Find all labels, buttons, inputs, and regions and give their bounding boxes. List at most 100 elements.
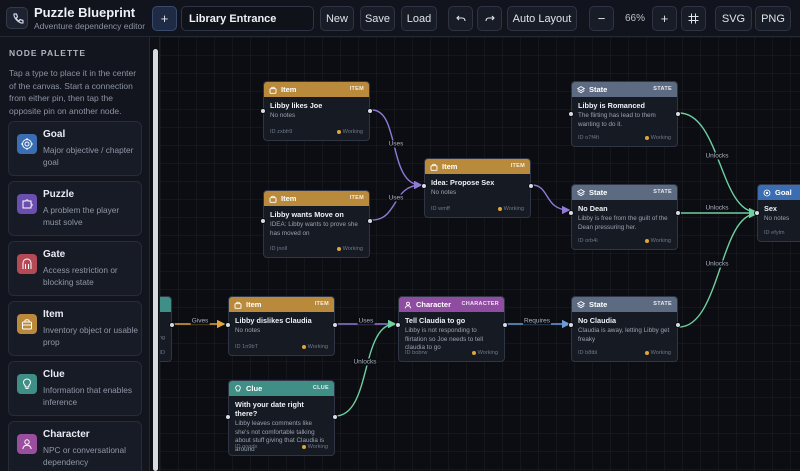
node-status: Working [644, 238, 671, 244]
node-status: Working [301, 444, 328, 450]
palette-item-clue[interactable]: Clue Information that enables inference [8, 361, 142, 416]
load-button[interactable]: Load [401, 6, 437, 31]
edge-uses-2[interactable] [371, 180, 423, 221]
bag-icon [17, 314, 37, 334]
palette-item-character[interactable]: Character NPC or conversational dependen… [8, 421, 142, 471]
palette-item-desc: Access restriction or blocking state [43, 265, 118, 287]
sidebar-scrollbar[interactable] [151, 37, 160, 471]
person-icon [404, 301, 412, 309]
input-pin[interactable] [225, 414, 231, 420]
input-pin[interactable] [568, 111, 574, 117]
output-pin[interactable] [675, 111, 681, 117]
node-header: Item ITEM [229, 297, 334, 312]
node-type-label: Clue [246, 384, 263, 393]
zoom-level: 66% [624, 13, 645, 24]
edge-unlocks-romanced[interactable] [678, 112, 758, 217]
node-desc: No notes [270, 112, 296, 119]
input-pin[interactable] [395, 322, 401, 328]
input-pin[interactable] [568, 322, 574, 328]
auto-layout-button[interactable]: Auto Layout [507, 6, 577, 31]
node-state-libby-is-romanced[interactable]: State STATE Libby is Romanced The flirti… [568, 81, 681, 147]
palette-item-puzzle[interactable]: Puzzle A problem the player must solve [8, 181, 142, 236]
grid-icon [688, 13, 699, 24]
output-pin[interactable] [675, 210, 681, 216]
edge-unlocks-clue[interactable] [334, 319, 397, 417]
node-footer: ID wmff Working [425, 206, 530, 214]
edge-uses-1[interactable] [371, 109, 423, 190]
input-pin[interactable] [260, 108, 266, 114]
input-pin[interactable] [568, 210, 574, 216]
add-node-button[interactable]: + [152, 6, 177, 31]
node-character-tell-claudia[interactable]: Character CHARACTER Tell Claudia to go L… [395, 296, 508, 362]
node-header: Goal [758, 185, 800, 200]
node-desc: Libby is free from the guilt of the Dean… [578, 215, 668, 231]
document-title-input[interactable] [181, 6, 314, 31]
node-item-libby-wants-move-on[interactable]: Item ITEM Libby wants Move on IDEA: Libb… [260, 190, 373, 258]
node-item-idea-propose-sex[interactable]: Item ITEM Idea: Propose Sex No notes ID … [421, 158, 534, 218]
edge-label-uses: Uses [387, 140, 405, 148]
edge-label-unlocks: Unlocks [704, 152, 730, 160]
output-pin[interactable] [367, 108, 373, 114]
node-id: ID o7f4fi [578, 135, 599, 141]
node-goal-sex[interactable]: Goal Sex No notes ID efylm [754, 184, 800, 242]
node-desc: No notes [235, 327, 261, 334]
palette-item-goal[interactable]: Goal Major objective / chapter goal [8, 121, 142, 176]
edge-label-unlocks: Unlocks [704, 204, 730, 212]
undo-button[interactable] [448, 6, 473, 31]
node-type-tag: ITEM [349, 195, 364, 201]
output-pin[interactable] [332, 414, 338, 420]
node-desc: Claudia is away, letting Libby get freak… [578, 327, 670, 343]
edge-label-unlocks: Unlocks [352, 358, 378, 366]
palette-item-name: Item [43, 309, 64, 320]
save-button[interactable]: Save [360, 6, 395, 31]
node-status: Working [471, 350, 498, 356]
phone-icon [13, 13, 24, 24]
status-dot [301, 344, 306, 349]
output-pin[interactable] [502, 322, 508, 328]
app-title: Puzzle Blueprint [34, 5, 136, 20]
node-clue-date-right-there[interactable]: Clue CLUE With your date right there? Li… [225, 380, 338, 456]
export-png-button[interactable]: PNG [755, 6, 791, 31]
edge-unlocks-claudia[interactable] [678, 209, 758, 328]
input-pin[interactable] [754, 210, 760, 216]
export-svg-button[interactable]: SVG [715, 6, 752, 31]
node-item-libby-dislikes-claudia[interactable]: Item ITEM Libby dislikes Claudia No note… [225, 296, 338, 356]
node-id: ID b8tbl [578, 350, 598, 356]
palette-item-name: Goal [43, 129, 66, 140]
grid-toggle-button[interactable] [681, 6, 706, 31]
scrollbar-thumb[interactable] [153, 49, 158, 471]
output-pin[interactable] [332, 322, 338, 328]
node-status-label: Working [650, 135, 671, 141]
palette-item-desc: NPC or conversational dependency [43, 445, 127, 467]
redo-button[interactable] [477, 6, 502, 31]
node-item-libby-likes-joe[interactable]: Item ITEM Libby likes Joe No notes ID zx… [260, 81, 373, 141]
output-pin[interactable] [675, 322, 681, 328]
new-button[interactable]: New [320, 6, 354, 31]
palette-item-item[interactable]: Item Inventory object or usable prop [8, 301, 142, 356]
node-state-no-claudia[interactable]: State STATE No Claudia Claudia is away, … [568, 296, 681, 362]
status-dot [336, 246, 341, 251]
node-type-label: Item [442, 162, 458, 171]
graph-canvas[interactable]: Uses Uses Unlocks Unlocks Unlocks Gives … [160, 37, 800, 471]
input-pin[interactable] [421, 183, 427, 189]
output-pin[interactable] [367, 218, 373, 224]
palette-item-gate[interactable]: Gate Access restriction or blocking stat… [8, 241, 142, 296]
edge-label-requires: Requires [522, 317, 552, 325]
zoom-out-button[interactable]: − [589, 6, 614, 31]
node-header: State STATE [572, 185, 677, 200]
node-type-label: State [589, 188, 608, 197]
node-title: Libby wants Move on [270, 210, 344, 219]
palette-item-desc: Inventory object or usable prop [43, 325, 139, 347]
node-state-no-dean[interactable]: State STATE No Dean Libby is free from t… [568, 184, 681, 250]
input-pin[interactable] [260, 218, 266, 224]
node-footer: ID o7f4fi Working [572, 135, 677, 143]
output-pin[interactable] [528, 183, 534, 189]
node-footer: ID 1n9bT Working [229, 344, 334, 352]
edge-uses-propose-dean[interactable] [531, 184, 571, 215]
node-status-label: Working [477, 350, 498, 356]
output-pin[interactable] [169, 322, 175, 328]
input-pin[interactable] [225, 322, 231, 328]
bag-icon [269, 195, 277, 203]
node-partial-left[interactable]: ng ID [160, 296, 175, 362]
zoom-in-button[interactable]: + [652, 6, 677, 31]
